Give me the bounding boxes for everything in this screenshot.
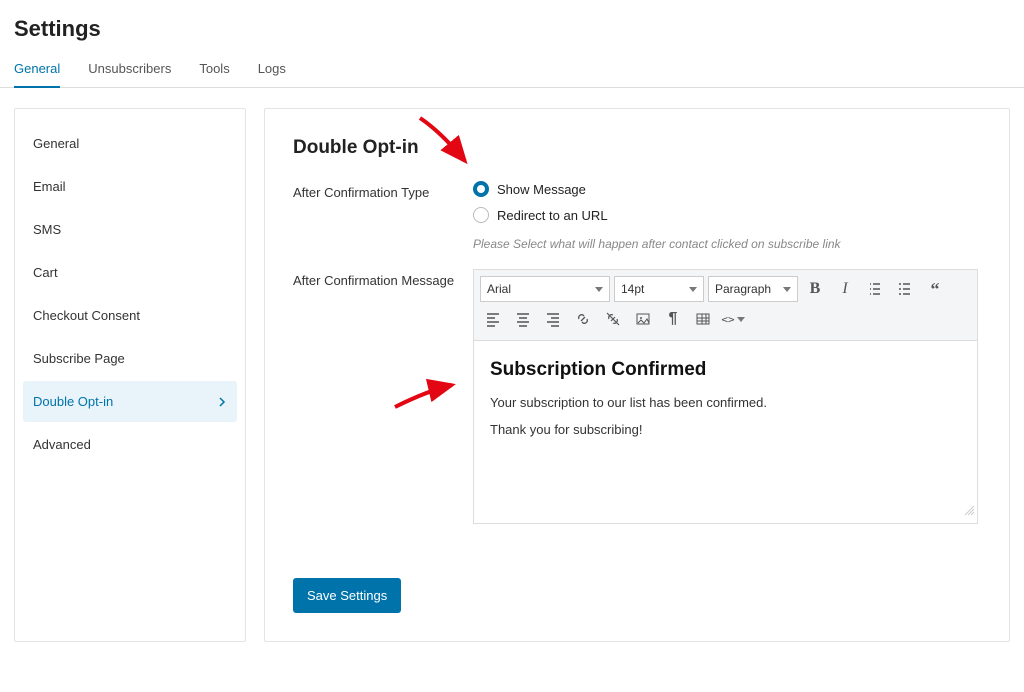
link-button[interactable] (570, 306, 596, 332)
ordered-list-button[interactable] (862, 276, 888, 302)
sidebar-item-general[interactable]: General (23, 123, 237, 164)
caret-down-icon (783, 287, 791, 292)
tab-logs[interactable]: Logs (258, 53, 286, 88)
sidebar-item-double-opt-in[interactable]: Double Opt-in (23, 381, 237, 422)
help-text: Please Select what will happen after con… (473, 237, 981, 251)
tab-unsubscribers[interactable]: Unsubscribers (88, 53, 171, 88)
caret-down-icon (689, 287, 697, 292)
sidebar-item-subscribe-page[interactable]: Subscribe Page (23, 338, 237, 379)
save-settings-button[interactable]: Save Settings (293, 578, 401, 613)
radio-show-message[interactable]: Show Message (473, 181, 981, 197)
editor-toolbar: Arial 14pt Paragraph B (474, 270, 977, 341)
chevron-right-icon (217, 397, 227, 407)
label-after-confirmation-message: After Confirmation Message (293, 269, 473, 288)
align-right-button[interactable] (540, 306, 566, 332)
sidebar-item-advanced[interactable]: Advanced (23, 424, 237, 465)
image-button[interactable] (630, 306, 656, 332)
align-left-button[interactable] (480, 306, 506, 332)
paragraph-button[interactable]: ¶ (660, 306, 686, 332)
font-family-select[interactable]: Arial (480, 276, 610, 302)
content-line: Thank you for subscribing! (490, 422, 961, 437)
unordered-list-button[interactable] (892, 276, 918, 302)
label-after-confirmation-type: After Confirmation Type (293, 181, 473, 200)
tab-tools[interactable]: Tools (199, 53, 229, 88)
align-center-button[interactable] (510, 306, 536, 332)
bold-button[interactable]: B (802, 276, 828, 302)
page-title: Settings (0, 0, 1024, 52)
sidebar-item-checkout-consent[interactable]: Checkout Consent (23, 295, 237, 336)
radio-unchecked-icon (473, 207, 489, 223)
settings-sidebar: General Email SMS Cart Checkout Consent … (14, 108, 246, 642)
radio-checked-icon (473, 181, 489, 197)
font-size-select[interactable]: 14pt (614, 276, 704, 302)
tab-general[interactable]: General (14, 53, 60, 88)
content-heading: Subscription Confirmed (490, 359, 961, 381)
table-button[interactable] (690, 306, 716, 332)
sidebar-item-cart[interactable]: Cart (23, 252, 237, 293)
resize-handle-icon[interactable] (963, 503, 975, 521)
caret-down-icon (737, 317, 745, 322)
caret-down-icon (595, 287, 603, 292)
sidebar-item-sms[interactable]: SMS (23, 209, 237, 250)
section-title: Double Opt-in (293, 137, 981, 159)
content-panel: Double Opt-in After Confirmation Type Sh… (264, 108, 1010, 642)
sidebar-item-email[interactable]: Email (23, 166, 237, 207)
rich-text-editor: Arial 14pt Paragraph B (473, 269, 978, 524)
unlink-button[interactable] (600, 306, 626, 332)
code-view-button[interactable]: <> (720, 306, 746, 332)
editor-content-area[interactable]: Subscription Confirmed Your subscription… (474, 341, 977, 523)
block-format-select[interactable]: Paragraph (708, 276, 798, 302)
tabs: General Unsubscribers Tools Logs (0, 52, 1024, 88)
blockquote-button[interactable]: “ (922, 276, 948, 302)
content-line: Your subscription to our list has been c… (490, 395, 961, 410)
italic-button[interactable]: I (832, 276, 858, 302)
radio-redirect-url[interactable]: Redirect to an URL (473, 207, 981, 223)
